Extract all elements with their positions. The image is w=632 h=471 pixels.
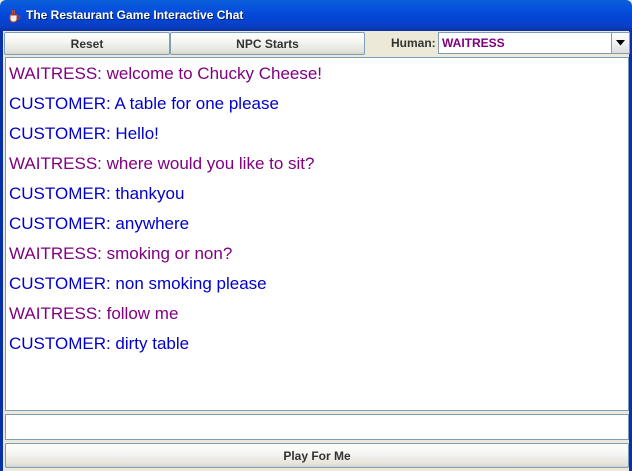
chat-line: WAITRESS: where would you like to sit? [9,154,315,173]
chat-line: CUSTOMER: A table for one please [9,94,279,113]
human-label: Human: [391,36,436,50]
npc-starts-button[interactable]: NPC Starts [170,32,365,55]
title-bar[interactable]: The Restaurant Game Interactive Chat [0,0,632,31]
dropdown-arrow-button[interactable] [611,33,629,53]
chat-line: WAITRESS: smoking or non? [9,244,233,263]
human-role-dropdown[interactable]: WAITRESS [438,32,630,54]
chat-line: CUSTOMER: thankyou [9,184,185,203]
java-cup-icon [9,9,21,23]
chat-transcript[interactable]: WAITRESS: welcome to Chucky Cheese! CUST… [5,57,629,411]
app-window: The Restaurant Game Interactive Chat Res… [0,0,632,471]
human-role-selected: WAITRESS [442,36,505,50]
chat-line: CUSTOMER: Hello! [9,124,159,143]
reset-button[interactable]: Reset [4,32,170,55]
chat-line: WAITRESS: follow me [9,304,179,323]
toolbar: Reset NPC Starts Human: WAITRESS [4,31,630,56]
chat-line: WAITRESS: welcome to Chucky Cheese! [9,64,323,83]
window-title: The Restaurant Game Interactive Chat [26,8,244,22]
window-frame-left [0,31,3,471]
chat-line: CUSTOMER: dirty table [9,334,190,353]
chevron-down-icon [616,40,625,46]
chat-line: CUSTOMER: non smoking please [9,274,267,293]
chat-input[interactable] [5,414,629,440]
chat-line: CUSTOMER: anywhere [9,214,190,233]
play-for-me-button[interactable]: Play For Me [5,443,629,468]
